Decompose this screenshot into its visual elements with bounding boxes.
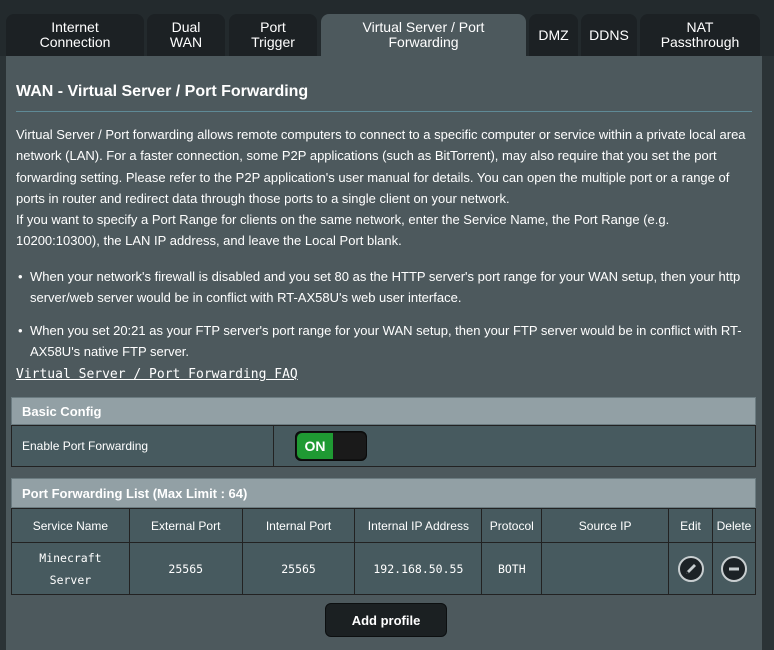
column-source-ip: Source IP xyxy=(541,508,670,543)
cell-external-port: 25565 xyxy=(128,542,243,595)
title-divider xyxy=(16,111,752,112)
cell-source-ip xyxy=(541,542,670,595)
column-external-port: External Port xyxy=(128,508,243,543)
description-paragraph-1: Virtual Server / Port forwarding allows … xyxy=(16,127,746,206)
page-title: WAN - Virtual Server / Port Forwarding xyxy=(16,83,309,100)
basic-config-header: Basic Config xyxy=(11,397,756,425)
content-panel: WAN - Virtual Server / Port Forwarding V… xyxy=(6,56,762,650)
enable-port-forwarding-label: Enable Port Forwarding xyxy=(12,426,274,466)
cell-service-name: Minecraft Server xyxy=(11,542,130,595)
minus-circle-icon[interactable] xyxy=(720,555,747,582)
description-paragraph-2: If you want to specify a Port Range for … xyxy=(16,212,670,249)
cell-internal-ip: 192.168.50.55 xyxy=(354,542,483,595)
note-item-http: When your network's firewall is disabled… xyxy=(16,266,756,309)
cell-internal-port: 25565 xyxy=(241,542,356,595)
column-service-name: Service Name xyxy=(11,508,130,543)
faq-link[interactable]: Virtual Server / Port Forwarding FAQ xyxy=(16,367,298,382)
cell-edit xyxy=(668,542,713,595)
tab-internet-connection[interactable]: Internet Connection xyxy=(6,14,144,56)
page-description: Virtual Server / Port forwarding allows … xyxy=(16,124,756,252)
tab-bar: Internet Connection Dual WAN Port Trigge… xyxy=(0,0,774,56)
port-forwarding-list-header: Port Forwarding List (Max Limit : 64) xyxy=(11,478,756,508)
port-forwarding-table: Service Name External Port Internal Port… xyxy=(11,508,757,595)
column-internal-ip: Internal IP Address xyxy=(354,508,483,543)
column-edit: Edit xyxy=(668,508,713,543)
cell-delete xyxy=(711,542,757,595)
switch-knob xyxy=(333,433,366,459)
switch-on-label: ON xyxy=(297,433,333,459)
table-row: Minecraft Server 25565 25565 192.168.50.… xyxy=(11,542,757,595)
tab-ddns[interactable]: DDNS xyxy=(581,14,637,56)
tab-dmz[interactable]: DMZ xyxy=(529,14,578,56)
tab-dual-wan[interactable]: Dual WAN xyxy=(147,14,225,56)
notes-list: When your network's firewall is disabled… xyxy=(16,266,756,362)
column-internal-port: Internal Port xyxy=(241,508,356,543)
note-item-ftp: When you set 20:21 as your FTP server's … xyxy=(16,320,756,363)
enable-port-forwarding-row: Enable Port Forwarding ON xyxy=(11,425,756,467)
cell-protocol: BOTH xyxy=(481,542,543,595)
pencil-icon[interactable] xyxy=(677,555,704,582)
tab-nat-passthrough[interactable]: NAT Passthrough xyxy=(640,14,760,56)
add-profile-button[interactable]: Add profile xyxy=(325,603,447,637)
tab-port-trigger[interactable]: Port Trigger xyxy=(229,14,317,56)
tab-virtual-server[interactable]: Virtual Server / Port Forwarding xyxy=(321,14,526,56)
column-delete: Delete xyxy=(711,508,757,543)
enable-port-forwarding-switch[interactable]: ON xyxy=(295,431,367,461)
column-protocol: Protocol xyxy=(481,508,543,543)
table-header-row: Service Name External Port Internal Port… xyxy=(11,508,757,543)
